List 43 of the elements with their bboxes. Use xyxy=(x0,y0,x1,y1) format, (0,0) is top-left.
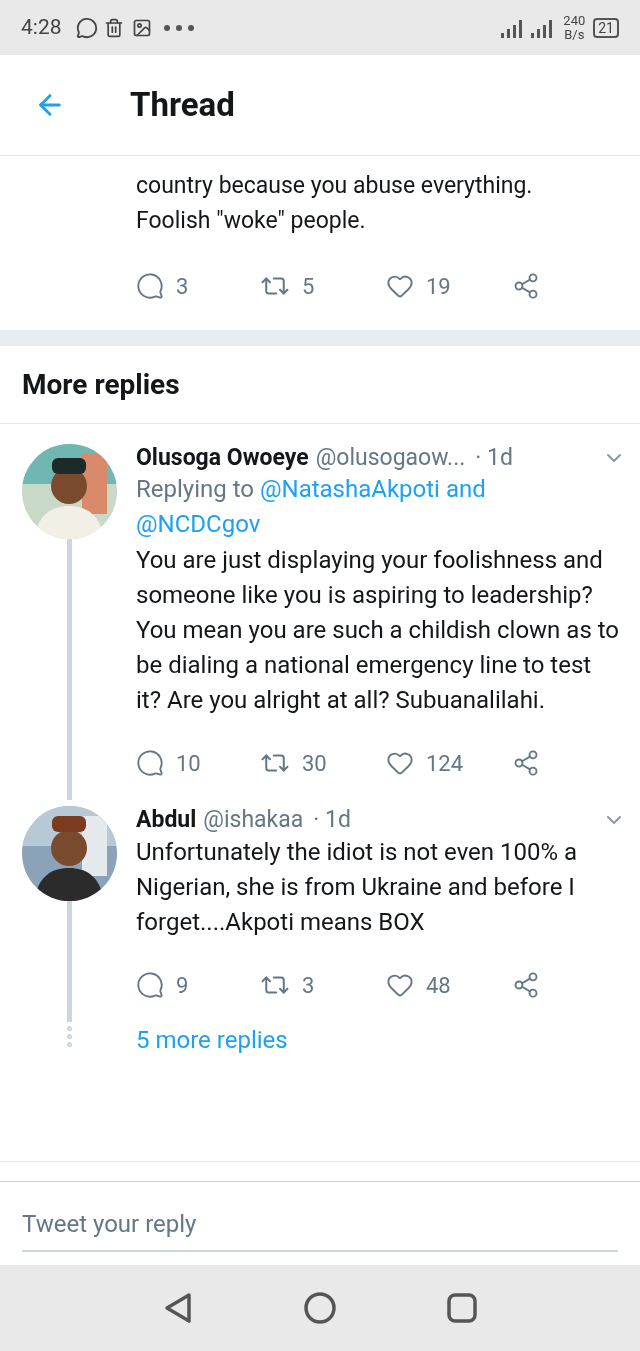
author-name[interactable]: Abdul xyxy=(136,802,197,838)
share-icon[interactable] xyxy=(512,749,540,777)
recents-nav-icon[interactable] xyxy=(447,1293,477,1323)
network-speed-unit: B/s xyxy=(564,27,585,42)
home-nav-icon[interactable] xyxy=(303,1291,337,1325)
tweet-text: You are just displaying your foolishness and someone like you is aspiring to leadership? You mean you are such a childish clown as to be dialing a national emergency line to test it? Are you alright at all? Subuanalilahi. xyxy=(136,545,621,716)
tweet-text: Unfortunately the idiot is not even 100% a Nigerian, she is from Ukraine and before I forget....Akpoti means BOX xyxy=(136,837,579,938)
share-icon[interactable] xyxy=(512,272,540,300)
mention-link[interactable]: @NatashaAkpoti xyxy=(259,475,440,503)
back-nav-icon[interactable] xyxy=(163,1292,193,1324)
like-count: 19 xyxy=(426,272,451,301)
network-speed: 240 xyxy=(563,13,586,28)
trash-icon xyxy=(103,17,124,38)
tweet-time: · 1d xyxy=(313,804,351,835)
more-icon xyxy=(163,24,194,31)
retweet-count: 30 xyxy=(302,749,327,778)
author-handle[interactable]: @ishakaa xyxy=(203,802,304,838)
like-count: 48 xyxy=(426,971,451,1000)
reply-count: 9 xyxy=(176,971,189,1000)
author-handle[interactable]: @olusogaow... xyxy=(315,440,466,476)
reply-count: 3 xyxy=(176,272,189,301)
chat-icon xyxy=(75,16,98,39)
reply-icon[interactable] xyxy=(136,749,164,777)
share-icon[interactable] xyxy=(512,971,540,999)
retweet-count: 3 xyxy=(302,971,315,1000)
section-title: More replies xyxy=(22,366,180,403)
reply-count: 10 xyxy=(176,749,201,778)
replying-to-text: Replying to @NatashaAkpoti and @NCDCgov xyxy=(136,474,487,540)
status-time: 4:28 xyxy=(21,13,62,41)
more-replies-link[interactable]: 5 more replies xyxy=(136,1022,288,1058)
page-title: Thread xyxy=(130,84,235,127)
tweet-text: country because you abuse everything. xyxy=(136,171,534,201)
like-count: 124 xyxy=(426,749,464,778)
reply-icon[interactable] xyxy=(136,971,164,999)
image-icon xyxy=(131,17,152,38)
reply-icon[interactable] xyxy=(136,272,164,300)
tweet-time: · 1d xyxy=(475,442,513,473)
author-name[interactable]: Olusoga Owoeye xyxy=(136,440,309,476)
retweet-count: 5 xyxy=(302,272,315,301)
reply-input[interactable]: Tweet your reply xyxy=(22,1206,618,1252)
mention-link[interactable]: @NCDCgov xyxy=(136,510,261,538)
tweet-text: Foolish "woke" people. xyxy=(136,206,367,236)
battery-indicator: 21 xyxy=(593,17,619,38)
